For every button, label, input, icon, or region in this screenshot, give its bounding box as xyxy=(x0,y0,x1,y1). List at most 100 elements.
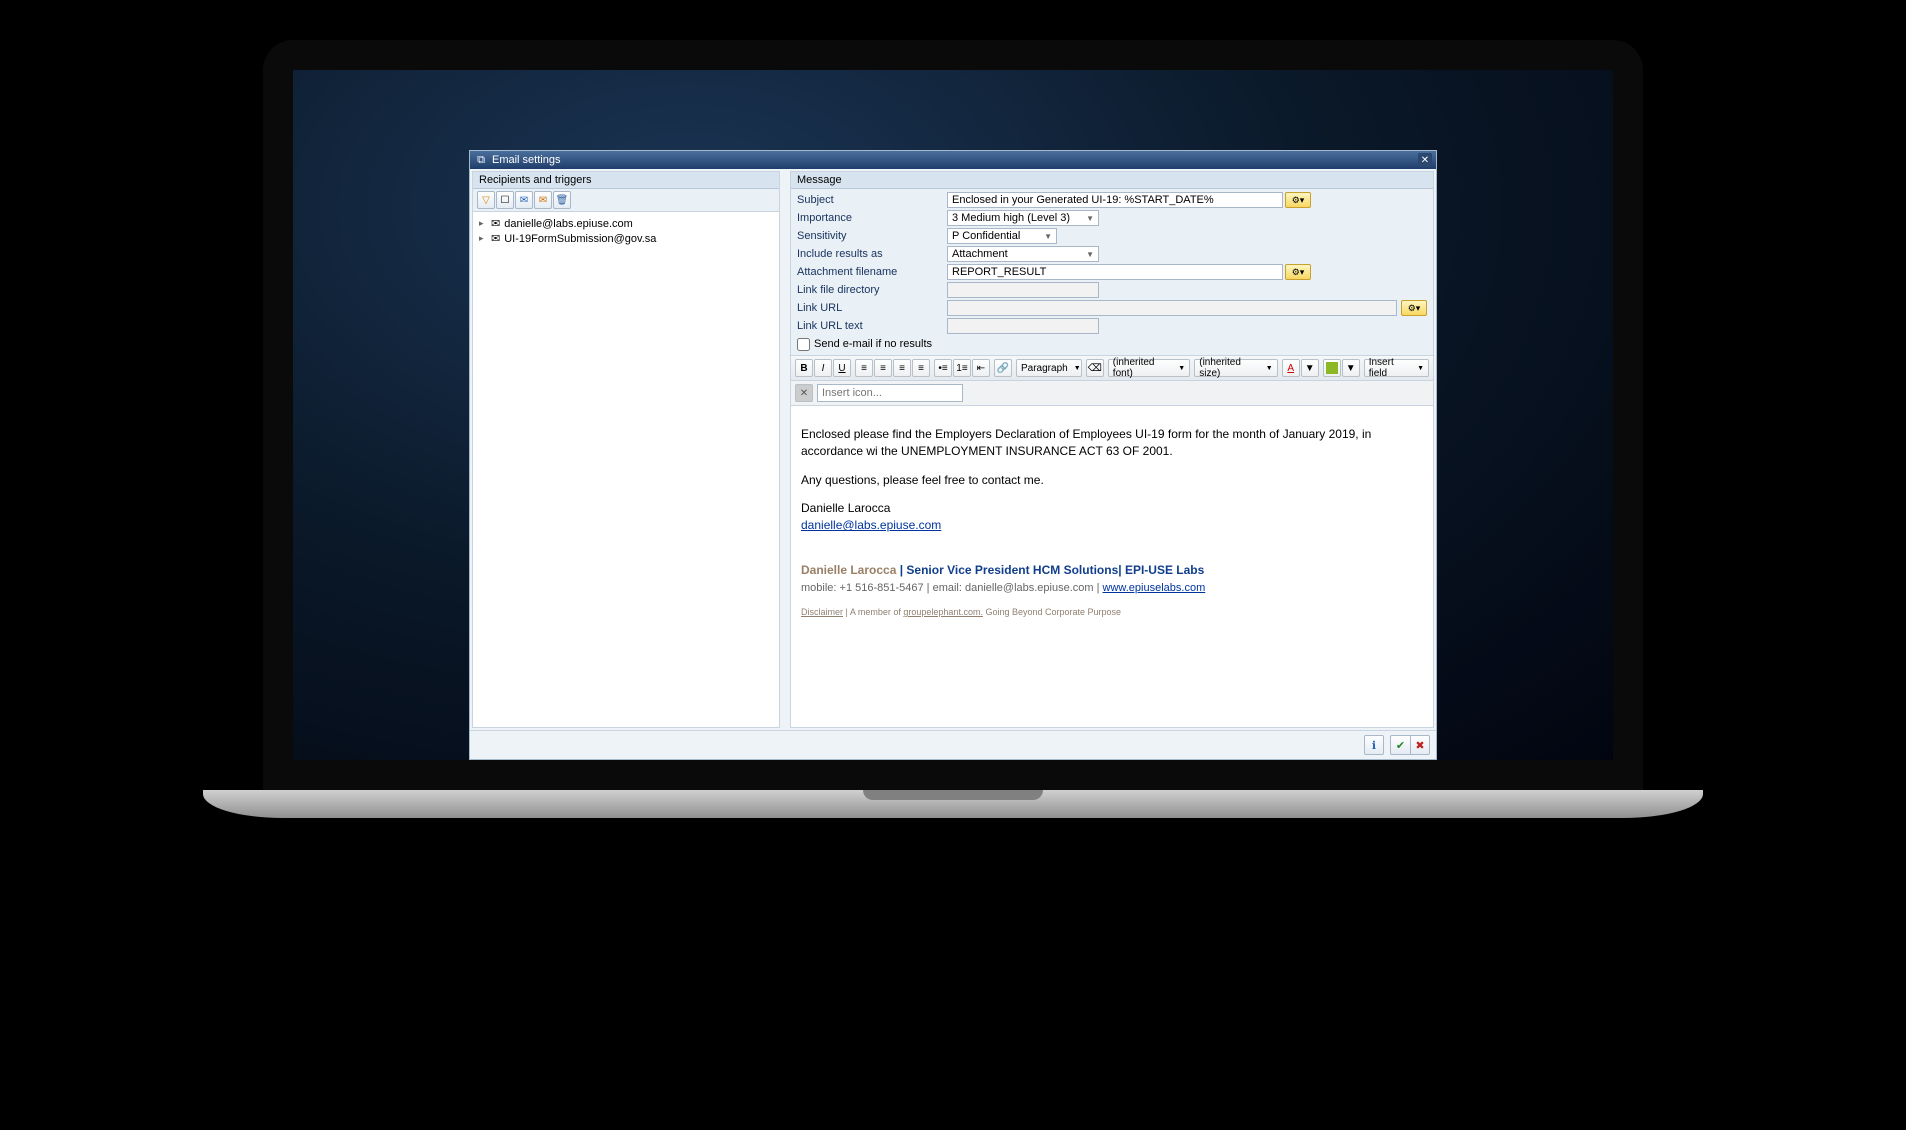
attach-filename-label: Attachment filename xyxy=(797,266,947,278)
chevron-down-icon: ▼ xyxy=(1086,250,1094,259)
signer-email-link[interactable]: danielle@labs.epiuse.com xyxy=(801,518,941,532)
link-url-vars-button[interactable]: ⚙▾ xyxy=(1401,300,1427,316)
sig-sep: | xyxy=(896,563,906,577)
align-right-button[interactable]: ≡ xyxy=(893,359,911,377)
sig-contact: mobile: +1 516-851-5467 | email: daniell… xyxy=(801,582,1103,594)
tree-item[interactable]: ▸ ✉ UI-19FormSubmission@gov.sa xyxy=(477,231,775,246)
chevron-down-icon: ▼ xyxy=(1044,232,1052,241)
message-form: Subject ⚙▾ Importance 3 Medium high (Lev… xyxy=(791,189,1433,355)
disclaimer-link[interactable]: Disclaimer xyxy=(801,607,843,617)
expand-icon[interactable]: ▸ xyxy=(479,218,487,229)
font-label: (inherited font) xyxy=(1113,357,1173,379)
message-header: Message xyxy=(791,172,1433,189)
align-left-button[interactable]: ≡ xyxy=(855,359,873,377)
link-dir-input[interactable] xyxy=(947,282,1099,298)
bold-button[interactable]: B xyxy=(795,359,813,377)
keyboard-notch xyxy=(863,790,1043,800)
recipients-toolbar: ▽ ☐ ✉ ✉ 🗑 xyxy=(473,189,779,212)
window-body: Recipients and triggers ▽ ☐ ✉ ✉ 🗑 ▸ ✉ xyxy=(470,169,1436,730)
expand-icon[interactable]: ▸ xyxy=(479,233,487,244)
envelope-add-icon[interactable]: ✉ xyxy=(515,191,533,209)
size-label: (inherited size) xyxy=(1199,357,1260,379)
sensitivity-label: Sensitivity xyxy=(797,230,947,242)
icon-row: ✕ xyxy=(791,381,1433,406)
italic-button[interactable]: I xyxy=(814,359,832,377)
sig-company-sep: | xyxy=(1118,563,1125,577)
envelope-reply-icon[interactable]: ✉ xyxy=(534,191,552,209)
editor-toolbar: B I U ≡ ≡ ≡ ≡ •≡ xyxy=(791,355,1433,381)
tree-item-label: UI-19FormSubmission@gov.sa xyxy=(504,233,656,245)
envelope-icon: ✉ xyxy=(491,217,500,230)
underline-button[interactable]: U xyxy=(833,359,851,377)
text-color-button[interactable]: A xyxy=(1282,359,1300,377)
outdent-button[interactable]: ⇤ xyxy=(972,359,990,377)
member-text: | A member of xyxy=(843,607,903,617)
bg-color-menu[interactable]: ▼ xyxy=(1342,359,1360,377)
align-center-button[interactable]: ≡ xyxy=(874,359,892,377)
info-button[interactable]: ℹ xyxy=(1364,735,1384,755)
link-url-input[interactable] xyxy=(947,300,1397,316)
list-number-button[interactable]: 1≡ xyxy=(953,359,971,377)
sensitivity-select[interactable]: P Confidential ▼ xyxy=(947,228,1057,244)
email-settings-window: ⧉ Email settings ✕ Recipients and trigge… xyxy=(469,150,1437,760)
insert-field-label: Insert field xyxy=(1369,357,1411,379)
subject-vars-button[interactable]: ⚙▾ xyxy=(1285,192,1311,208)
titlebar: ⧉ Email settings ✕ xyxy=(470,151,1436,169)
chevron-down-icon: ▼ xyxy=(1074,365,1081,372)
link-url-label: Link URL xyxy=(797,302,947,314)
clear-icon[interactable]: ✕ xyxy=(795,384,813,402)
sig-web-link[interactable]: www.epiuselabs.com xyxy=(1103,582,1206,594)
window-title: Email settings xyxy=(488,154,1418,166)
include-results-label: Include results as xyxy=(797,248,947,260)
size-select[interactable]: (inherited size) ▼ xyxy=(1194,359,1277,377)
close-icon[interactable]: ✕ xyxy=(1418,153,1432,167)
eraser-button[interactable]: ⌫ xyxy=(1086,359,1104,377)
align-justify-button[interactable]: ≡ xyxy=(912,359,930,377)
link-dir-label: Link file directory xyxy=(797,284,947,296)
subject-label: Subject xyxy=(797,194,947,206)
include-results-select[interactable]: Attachment ▼ xyxy=(947,246,1099,262)
subject-input[interactable] xyxy=(947,192,1283,208)
recipients-tree: ▸ ✉ danielle@labs.epiuse.com ▸ ✉ UI-19Fo… xyxy=(473,212,779,727)
attach-vars-button[interactable]: ⚙▾ xyxy=(1285,264,1311,280)
sig-name: Danielle Larocca xyxy=(801,563,896,577)
tree-item-label: danielle@labs.epiuse.com xyxy=(504,218,633,230)
body-p2: Any questions, please feel free to conta… xyxy=(801,472,1423,489)
insert-field-button[interactable]: Insert field ▼ xyxy=(1364,359,1429,377)
recipients-panel: Recipients and triggers ▽ ☐ ✉ ✉ 🗑 ▸ ✉ xyxy=(472,171,780,728)
sig-title: Senior Vice President HCM Solutions xyxy=(906,563,1118,577)
font-select[interactable]: (inherited font) ▼ xyxy=(1108,359,1190,377)
list-bullet-button[interactable]: •≡ xyxy=(934,359,952,377)
ok-button[interactable]: ✔ xyxy=(1390,735,1410,755)
importance-select[interactable]: 3 Medium high (Level 3) ▼ xyxy=(947,210,1099,226)
link-button[interactable]: 🔗 xyxy=(994,359,1012,377)
footer-bar: ℹ ✔ ✖ xyxy=(470,730,1436,759)
send-if-no-checkbox[interactable] xyxy=(797,338,810,351)
cancel-button[interactable]: ✖ xyxy=(1410,735,1430,755)
laptop-mockup: ⧉ Email settings ✕ Recipients and trigge… xyxy=(263,40,1643,818)
delete-icon[interactable]: 🗑 xyxy=(553,191,571,209)
link-url-text-label: Link URL text xyxy=(797,320,947,332)
new-item-icon[interactable]: ☐ xyxy=(496,191,514,209)
recipients-header: Recipients and triggers xyxy=(473,172,779,189)
chevron-down-icon: ▼ xyxy=(1086,214,1094,223)
paragraph-select[interactable]: Paragraph ▼ xyxy=(1016,359,1082,377)
desktop-wallpaper: ⧉ Email settings ✕ Recipients and trigge… xyxy=(293,70,1613,760)
tree-item[interactable]: ▸ ✉ danielle@labs.epiuse.com xyxy=(477,216,775,231)
send-if-no-label: Send e-mail if no results xyxy=(814,338,932,350)
link-url-text-input[interactable] xyxy=(947,318,1099,334)
screen-frame: ⧉ Email settings ✕ Recipients and trigge… xyxy=(263,40,1643,790)
window-icon: ⧉ xyxy=(474,154,488,167)
importance-value: 3 Medium high (Level 3) xyxy=(952,212,1070,224)
text-color-menu[interactable]: ▼ xyxy=(1301,359,1319,377)
member-link[interactable]: groupelephant.com. xyxy=(903,607,983,617)
insert-icon-input[interactable] xyxy=(817,384,963,402)
message-panel: Message Subject ⚙▾ Importance 3 Medium h xyxy=(790,171,1434,728)
filter-icon[interactable]: ▽ xyxy=(477,191,495,209)
include-results-value: Attachment xyxy=(952,248,1008,260)
chevron-down-icon: ▼ xyxy=(1417,365,1424,372)
attach-filename-input[interactable] xyxy=(947,264,1283,280)
bg-color-button[interactable] xyxy=(1323,359,1341,377)
envelope-icon: ✉ xyxy=(491,232,500,245)
editor-content[interactable]: Enclosed please find the Employers Decla… xyxy=(791,406,1433,727)
